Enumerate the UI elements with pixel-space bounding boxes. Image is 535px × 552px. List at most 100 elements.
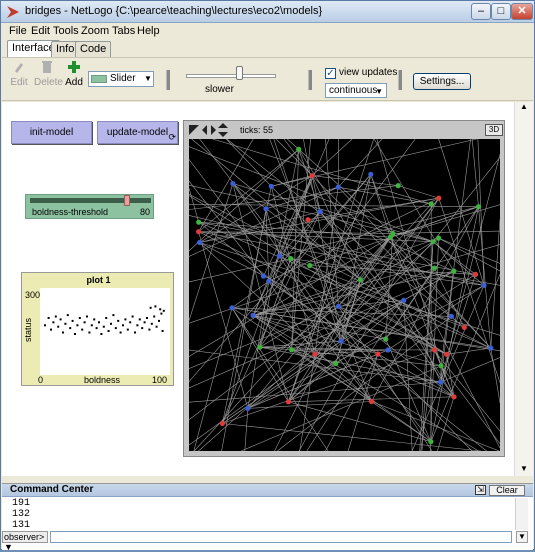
network-node	[196, 229, 201, 234]
forever-icon: ⟳	[168, 133, 176, 142]
command-center: Command Center ⇲ Clear 191 132 131 obser…	[2, 483, 533, 550]
plot-point	[64, 323, 66, 325]
up-down-arrows-icon[interactable]	[217, 123, 229, 137]
network-link	[312, 176, 398, 186]
speed-slider-thumb[interactable]	[236, 66, 243, 80]
command-input[interactable]	[50, 531, 512, 543]
window-title: bridges - NetLogo {C:\pearce\teaching\le…	[25, 5, 322, 17]
plot-point	[91, 324, 93, 326]
plot-point	[117, 320, 119, 322]
tab-code[interactable]: Code	[75, 41, 111, 57]
menu-tabs[interactable]: Tabs	[112, 25, 135, 37]
plot-point	[76, 324, 78, 326]
plot-point	[60, 318, 62, 320]
maximize-icon[interactable]: □	[491, 3, 511, 20]
detach-icon[interactable]: ⇲	[475, 485, 486, 495]
network-node	[430, 239, 435, 244]
menu-tools[interactable]: Tools	[53, 25, 79, 37]
output-scrollbar[interactable]	[515, 498, 528, 530]
network-link	[404, 300, 441, 382]
agent-selector[interactable]: observer> ▼	[2, 531, 48, 543]
plot-point	[112, 314, 114, 316]
scroll-up-icon[interactable]: ▲	[520, 102, 528, 111]
widget-type-dropdown[interactable]: Slider ▼	[88, 71, 154, 87]
history-dropdown-icon[interactable]: ▼	[516, 531, 528, 543]
plot-point	[151, 323, 153, 325]
plot-point	[141, 327, 143, 329]
plot-point	[52, 321, 54, 323]
delete-button[interactable]: Delete	[34, 60, 60, 88]
scroll-down-icon[interactable]: ▼	[520, 464, 528, 473]
network-node	[251, 313, 256, 318]
netlogo-window: bridges - NetLogo {C:\pearce\teaching\le…	[0, 0, 535, 550]
plot-y-label: status	[23, 318, 33, 342]
clear-button[interactable]: Clear	[489, 485, 525, 496]
menu-help[interactable]: Help	[137, 25, 160, 37]
network-link	[233, 184, 289, 402]
network-node	[307, 263, 312, 268]
network-node	[432, 347, 437, 352]
shrink-icon[interactable]	[188, 124, 200, 136]
add-label: Add	[65, 77, 83, 88]
plot-point	[153, 316, 155, 318]
3d-button[interactable]: 3D	[485, 124, 503, 136]
network-link	[194, 308, 232, 451]
network-node	[263, 206, 268, 211]
network-node	[451, 394, 456, 399]
update-model-button[interactable]: update-model ⟳	[97, 121, 178, 144]
plot-x-max: 100	[152, 375, 167, 385]
network-node	[385, 347, 390, 352]
update-mode-value: continuous	[329, 85, 377, 96]
plot-title: plot 1	[22, 275, 175, 285]
slider-thumb[interactable]	[124, 195, 130, 206]
network-node	[396, 183, 401, 188]
network-link	[189, 306, 338, 420]
edit-button[interactable]: Edit	[10, 60, 28, 88]
network-link	[241, 366, 441, 451]
toolbar-separator	[166, 70, 170, 90]
speed-slider-track[interactable]	[186, 74, 276, 78]
command-center-title: Command Center	[10, 484, 93, 495]
update-mode-dropdown[interactable]: continuous ▼	[325, 83, 387, 98]
trash-icon	[41, 60, 53, 74]
network-node	[390, 231, 395, 236]
output-line: 131	[12, 520, 30, 531]
settings-button[interactable]: Settings...	[413, 73, 471, 90]
menu-edit[interactable]: Edit	[31, 25, 50, 37]
title-bar: bridges - NetLogo {C:\pearce\teaching\le…	[1, 1, 534, 23]
network-node	[473, 272, 478, 277]
tick-counter: ticks: 55	[240, 125, 273, 135]
plot-point	[50, 329, 52, 331]
pencil-icon	[12, 60, 26, 74]
splitter[interactable]	[2, 476, 533, 483]
boldness-threshold-slider[interactable]: boldness-threshold 80	[25, 194, 154, 219]
minimize-icon[interactable]: –	[471, 3, 491, 20]
network-link	[372, 402, 500, 452]
left-right-arrows-icon[interactable]	[202, 124, 216, 136]
slider-value: 80	[140, 207, 150, 217]
plus-icon	[68, 60, 80, 74]
network-link	[312, 139, 352, 176]
plot-point	[160, 313, 162, 315]
network-link	[390, 237, 454, 397]
plot-x-min: 0	[38, 375, 43, 385]
plot-point	[74, 333, 76, 335]
init-model-button[interactable]: init-model	[11, 121, 92, 144]
menu-file[interactable]: File	[9, 25, 27, 37]
close-icon[interactable]: ✕	[511, 3, 533, 20]
plot-point	[162, 330, 164, 332]
network-node	[358, 277, 363, 282]
menu-zoom[interactable]: Zoom	[81, 25, 109, 37]
network-node	[428, 439, 433, 444]
network-node	[196, 220, 201, 225]
output-line: 191	[12, 498, 30, 509]
plot-point	[115, 327, 117, 329]
network-canvas	[189, 139, 500, 451]
plot-point	[154, 305, 156, 307]
view-updates-label: view updates	[339, 67, 397, 78]
add-button[interactable]: Add	[65, 60, 83, 88]
plot-point	[110, 323, 112, 325]
network-node	[229, 305, 234, 310]
vertical-scrollbar[interactable]: ▲ ▼	[514, 102, 533, 476]
view-updates-checkbox[interactable]: ✓	[325, 68, 336, 79]
